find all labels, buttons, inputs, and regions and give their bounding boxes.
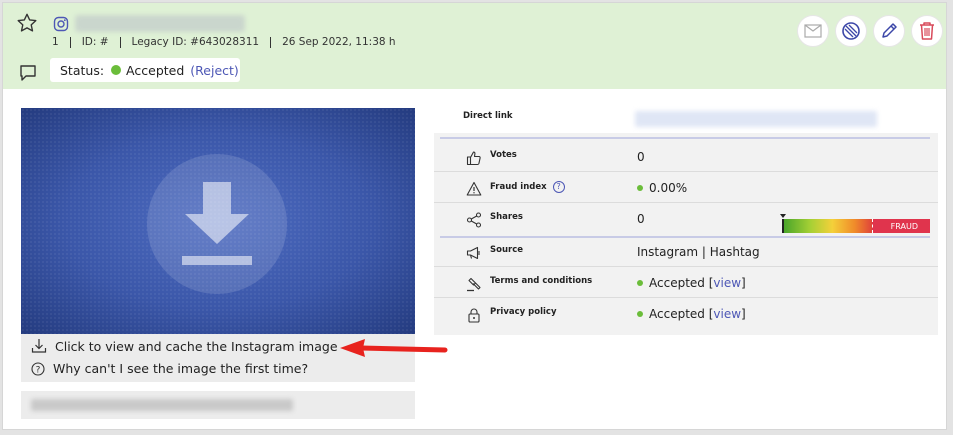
terms-view-link[interactable]: view <box>713 276 741 290</box>
submission-header: 1 ID: # Legacy ID: #643028311 26 Sep 202… <box>3 3 946 89</box>
help-circle-icon: ? <box>31 361 45 376</box>
fraud-index-row: Fraud index ? 0.00% FRAUD <box>434 172 938 233</box>
block-button[interactable] <box>835 15 867 47</box>
instagram-icon <box>53 16 69 32</box>
submission-card: 1 ID: # Legacy ID: #643028311 26 Sep 202… <box>2 2 947 430</box>
accepted-dot-icon <box>637 311 643 317</box>
fraud-index-label-wrap: Fraud index ? <box>490 181 565 193</box>
privacy-value-wrap: Accepted [ view ] <box>637 307 746 321</box>
envelope-icon <box>804 24 822 38</box>
fraud-index-label: Fraud index <box>490 182 547 192</box>
votes-row: Votes 0 <box>434 141 938 172</box>
privacy-row: Privacy policy Accepted [ view ] <box>434 298 938 329</box>
fraud-index-value: 0.00% <box>649 181 688 195</box>
why-image-text: Why can't I see the image the first time… <box>53 361 309 376</box>
accepted-dot-icon <box>637 280 643 286</box>
share-icon <box>466 212 482 228</box>
megaphone-icon <box>466 246 480 260</box>
details-panel: Votes 0 Fraud index ? 0.00% FRAUD Shares… <box>434 133 938 335</box>
download-tray-icon <box>31 339 47 353</box>
comment-icon[interactable] <box>18 63 38 83</box>
lock-icon <box>468 308 480 323</box>
warning-icon <box>466 181 482 196</box>
direct-link-label: Direct link <box>463 111 513 121</box>
red-arrow-annotation <box>340 339 448 357</box>
fraud-help-icon[interactable]: ? <box>552 181 565 193</box>
reject-link[interactable]: (Reject) <box>190 63 239 78</box>
email-button[interactable] <box>797 15 829 47</box>
ok-dot-icon <box>637 185 643 191</box>
source-label: Source <box>490 245 524 255</box>
edit-button[interactable] <box>873 15 905 47</box>
trash-icon <box>920 22 934 40</box>
thumbs-up-icon <box>466 151 481 166</box>
media-preview[interactable] <box>21 108 415 334</box>
download-placeholder[interactable] <box>147 154 287 294</box>
username-blurred <box>75 15 245 32</box>
pencil-icon <box>882 23 897 38</box>
post-link-blurred[interactable] <box>21 391 415 419</box>
fraud-index-value-wrap: 0.00% <box>637 181 687 195</box>
votes-value: 0 <box>637 150 645 164</box>
cache-image-link[interactable]: Click to view and cache the Instagram im… <box>31 338 338 354</box>
status-label: Status: <box>60 62 105 78</box>
delete-button[interactable] <box>911 15 943 47</box>
terms-row: Terms and conditions Accepted [ view ] <box>434 267 938 298</box>
privacy-view-link[interactable]: view <box>713 307 741 321</box>
direct-link-blurred[interactable] <box>635 111 877 127</box>
submission-date: 26 Sep 2022, 11:38 h <box>282 36 396 48</box>
legacy-id: Legacy ID: #643028311 <box>131 36 260 48</box>
privacy-value: Accepted [ <box>649 307 714 321</box>
terms-value-wrap: Accepted [ view ] <box>637 276 746 290</box>
submission-meta: 1 ID: # Legacy ID: #643028311 26 Sep 202… <box>52 36 396 48</box>
favorite-star-icon[interactable] <box>16 12 38 34</box>
source-value: Instagram | Hashtag <box>637 245 760 259</box>
cache-image-text: Click to view and cache the Instagram im… <box>55 338 338 354</box>
download-icon <box>182 182 252 265</box>
privacy-label: Privacy policy <box>490 307 557 317</box>
action-buttons <box>797 15 943 47</box>
votes-label: Votes <box>490 150 517 160</box>
terms-label: Terms and conditions <box>490 276 593 286</box>
terms-bracket: ] <box>741 276 746 290</box>
submission-number: 1 <box>52 36 59 48</box>
status-value: Accepted <box>126 62 185 78</box>
why-image-link[interactable]: ? Why can't I see the image the first ti… <box>31 361 308 376</box>
privacy-bracket: ] <box>741 307 746 321</box>
terms-value: Accepted [ <box>649 276 714 290</box>
shares-label: Shares <box>490 212 523 222</box>
gavel-icon <box>467 277 481 292</box>
svg-text:?: ? <box>36 365 41 375</box>
shares-row: Shares 0 <box>434 203 938 234</box>
accepted-dot-icon <box>111 65 122 75</box>
ban-icon <box>842 22 860 40</box>
submission-id: ID: # <box>81 36 109 48</box>
status-box: Status: Accepted (Reject) <box>50 58 240 82</box>
shares-value: 0 <box>637 212 645 226</box>
source-row: Source Instagram | Hashtag <box>434 236 938 267</box>
